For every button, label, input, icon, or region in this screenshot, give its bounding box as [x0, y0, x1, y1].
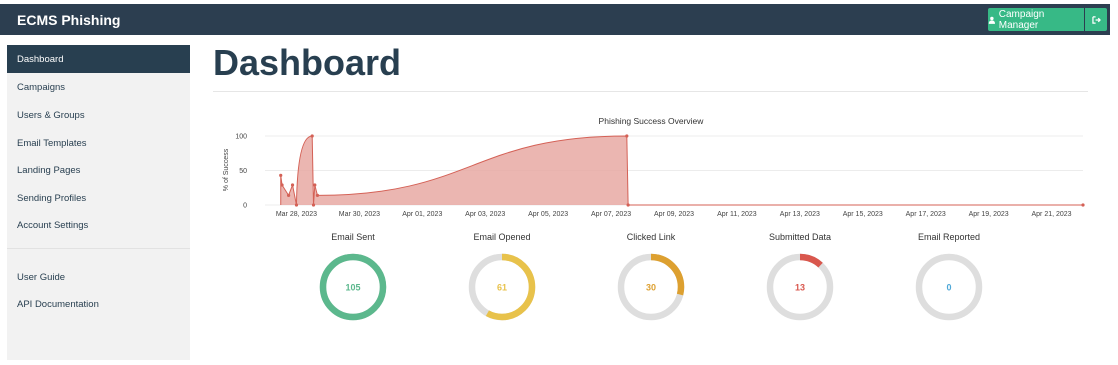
donut-chart: 30	[617, 253, 685, 321]
stat-label: Email Reported	[917, 232, 981, 242]
chart-x-tick: Mar 28, 2023	[276, 211, 317, 218]
chart-point	[310, 134, 314, 138]
chart-x-tick: Apr 01, 2023	[402, 211, 442, 218]
chart-point	[315, 193, 320, 197]
chart-x-tick: Apr 07, 2023	[591, 211, 631, 218]
logout-button[interactable]	[1085, 8, 1107, 31]
chart-x-tick: Mar 30, 2023	[339, 211, 380, 218]
sidebar-item-email-templates[interactable]: Email Templates	[7, 129, 190, 157]
sidebar-divider	[7, 248, 190, 249]
chart-x-tick: Apr 15, 2023	[843, 211, 883, 218]
donut-chart: 0	[915, 253, 983, 321]
sidebar-item-account-settings[interactable]: Account Settings	[7, 211, 190, 239]
chart-x-tick: Apr 17, 2023	[906, 211, 946, 218]
chart-point	[1081, 203, 1085, 207]
sign-out-icon	[1091, 15, 1101, 24]
stat-label: Email Sent	[331, 232, 375, 242]
chart-x-tick: Apr 05, 2023	[528, 211, 568, 218]
chart-point	[294, 203, 299, 207]
donut-chart: 13	[766, 253, 834, 321]
chart-y-tick: 100	[235, 134, 247, 141]
chart-title: Phishing Success Overview	[599, 116, 705, 126]
sidebar-item-sending-profiles[interactable]: Sending Profiles	[7, 184, 190, 212]
page-title: Dashboard	[213, 42, 402, 83]
chart-x-tick: Apr 21, 2023	[1031, 211, 1071, 218]
donut-chart: 105	[319, 253, 387, 321]
chart-x-tick: Apr 11, 2023	[717, 211, 757, 218]
sidebar-item-campaigns[interactable]: Campaigns	[7, 73, 190, 101]
stat-value: 105	[345, 283, 360, 293]
user-menu-label: Campaign Manager	[998, 8, 1045, 31]
chart-point	[279, 173, 283, 177]
stat-label: Submitted Data	[768, 232, 832, 242]
chart-x-tick: Apr 19, 2023	[969, 211, 1009, 218]
stat-value: 30	[646, 283, 656, 293]
sidebar-item-landing-pages[interactable]: Landing Pages	[7, 156, 190, 184]
sidebar: Dashboard Campaigns Users & Groups Email…	[7, 45, 190, 360]
sidebar-item-dashboard[interactable]: Dashboard	[7, 45, 190, 73]
donut-chart: 61	[468, 253, 536, 321]
top-navbar: ECMS Phishing Campaign Manager	[0, 4, 1110, 35]
chart-x-tick: Apr 03, 2023	[465, 211, 505, 218]
sidebar-item-users-groups[interactable]: Users & Groups	[7, 101, 190, 129]
chart-point	[286, 193, 291, 197]
chart-y-axis-label: % of Success	[223, 148, 230, 191]
chart-point	[626, 203, 630, 207]
user-icon	[988, 16, 995, 24]
title-divider	[213, 91, 1088, 92]
chart-point	[625, 134, 629, 138]
phishing-success-chart: Phishing Success Overview % of Success 0…	[223, 116, 1085, 218]
brand-logo[interactable]: ECMS Phishing	[17, 12, 120, 28]
user-menu-button[interactable]: Campaign Manager	[988, 8, 1084, 31]
chart-point	[313, 183, 317, 187]
stat-label: Email Opened	[473, 232, 531, 242]
stat-value: 61	[497, 283, 507, 293]
chart-point	[280, 183, 284, 187]
chart-x-tick: Apr 13, 2023	[780, 211, 820, 218]
sidebar-item-api-documentation[interactable]: API Documentation	[7, 290, 190, 318]
stat-value: 13	[795, 283, 805, 293]
chart-point	[311, 203, 316, 207]
stat-value: 0	[946, 283, 951, 293]
stat-label: Clicked Link	[626, 232, 676, 242]
chart-point	[290, 183, 295, 187]
chart-y-tick: 50	[239, 168, 247, 175]
chart-x-tick: Apr 09, 2023	[654, 211, 694, 218]
sidebar-item-user-guide[interactable]: User Guide	[7, 263, 190, 291]
chart-y-tick: 0	[243, 203, 247, 210]
